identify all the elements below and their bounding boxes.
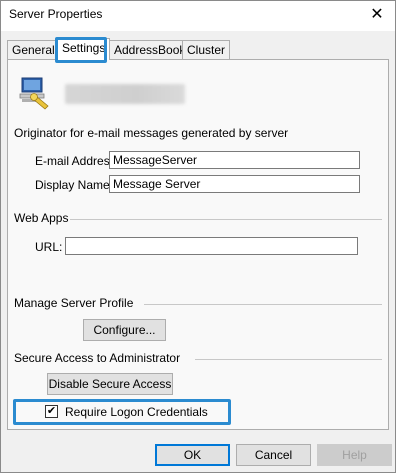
web-apps-separator: [70, 219, 382, 220]
require-logon-label: Require Logon Credentials: [65, 405, 208, 419]
web-apps-heading: Web Apps: [14, 211, 69, 225]
display-name-field[interactable]: Message Server: [109, 175, 360, 193]
server-computer-icon: [19, 77, 49, 110]
secure-access-separator: [195, 359, 382, 360]
help-button[interactable]: Help: [317, 444, 392, 466]
manage-profile-heading: Manage Server Profile: [14, 296, 134, 310]
dialog-footer: OK Cancel Help: [1, 436, 395, 472]
ok-button[interactable]: OK: [155, 444, 230, 466]
disable-secure-access-button[interactable]: Disable Secure Access: [47, 373, 173, 395]
display-name-label: Display Name:: [35, 178, 114, 192]
close-icon[interactable]: ✕: [363, 3, 391, 27]
url-field[interactable]: [65, 237, 358, 255]
manage-profile-separator: [144, 304, 382, 305]
secure-access-heading: Secure Access to Administrator: [14, 351, 181, 365]
tab-general[interactable]: General: [7, 40, 60, 59]
tab-cluster[interactable]: Cluster: [182, 40, 231, 59]
checkmark-icon: ✔: [46, 405, 57, 417]
originator-heading: Originator for e-mail messages generated…: [14, 126, 289, 140]
server-properties-dialog: Server Properties ✕ General Settings Add…: [0, 0, 396, 473]
cancel-button[interactable]: Cancel: [236, 444, 311, 466]
window-title: Server Properties: [9, 7, 103, 21]
tab-settings[interactable]: Settings: [57, 38, 111, 60]
email-address-label: E-mail Address:: [35, 154, 120, 168]
tab-addressbook[interactable]: AddressBook: [109, 40, 191, 59]
email-address-field[interactable]: MessageServer: [109, 151, 360, 169]
url-label: URL:: [35, 240, 63, 254]
require-logon-checkbox[interactable]: ✔: [45, 405, 58, 418]
configure-button[interactable]: Configure...: [83, 319, 166, 341]
settings-panel: Originator for e-mail messages generated…: [7, 59, 389, 430]
title-bar: Server Properties ✕: [1, 1, 395, 31]
server-name-redacted: [65, 84, 185, 104]
